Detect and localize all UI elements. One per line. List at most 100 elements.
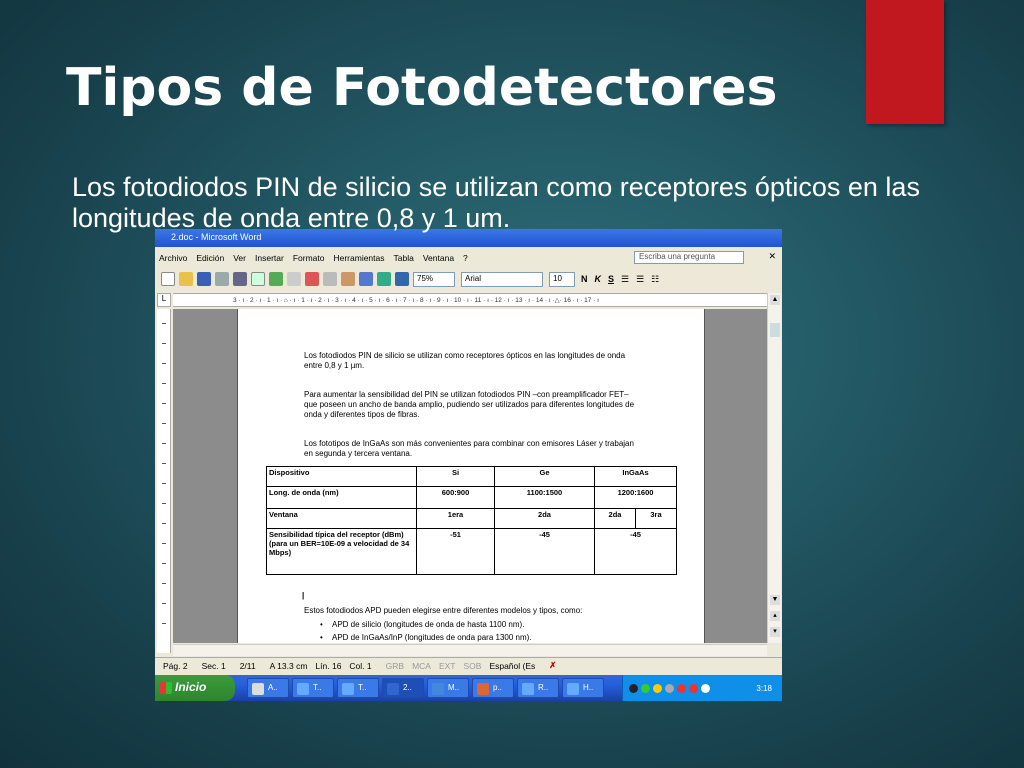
prev-page-icon[interactable]: ▴: [770, 611, 780, 621]
menu-tabla[interactable]: Tabla: [394, 253, 414, 263]
align-left-icon[interactable]: ☰: [621, 274, 629, 285]
status-mode-grb[interactable]: GRB: [386, 661, 404, 671]
undo-icon[interactable]: [359, 272, 373, 286]
menu-insertar[interactable]: Insertar: [255, 253, 284, 263]
table-row: Sensibilidad típica del receptor (dBm) (…: [266, 528, 677, 575]
list-item: APD de InGaAs/InP (longitudes de onda pa…: [320, 631, 532, 643]
scroll-up-icon[interactable]: ▲: [770, 295, 780, 305]
menu-herramientas[interactable]: Herramientas: [333, 253, 384, 263]
close-doc-icon[interactable]: ✕: [768, 251, 776, 262]
underline-button[interactable]: S: [608, 274, 614, 284]
start-label: Inicio: [175, 680, 207, 694]
permission-icon[interactable]: [215, 272, 229, 286]
doc-paragraph-1: Los fotodiodos PIN de silicio se utiliza…: [304, 351, 626, 370]
scroll-thumb[interactable]: [770, 323, 780, 337]
table-cell: -45: [594, 528, 677, 575]
table-cell: 2da: [594, 508, 636, 529]
font-select[interactable]: Arial: [461, 271, 543, 287]
status-language: Español (Es: [489, 660, 536, 671]
tab-stop-selector[interactable]: L: [157, 293, 171, 307]
hyperlink-icon[interactable]: [377, 272, 391, 286]
spelling-icon[interactable]: [269, 272, 283, 286]
horizontal-ruler[interactable]: 3 · ı · 2 · ı · 1 · ı · ⌂ · ı · 1 · ı · …: [173, 293, 767, 307]
table-row: Ventana 1era 2da 2da 3ra: [266, 508, 677, 529]
print-preview-icon[interactable]: [251, 272, 265, 286]
spelling-status-icon[interactable]: ✗: [549, 660, 556, 671]
tray-icon[interactable]: [701, 683, 710, 693]
horizontal-scrollbar[interactable]: [173, 644, 767, 656]
align-center-icon[interactable]: ☰: [636, 274, 644, 285]
table-icon[interactable]: [395, 272, 409, 286]
menu-ventana[interactable]: Ventana: [423, 253, 454, 263]
menu-help[interactable]: ?: [463, 253, 468, 263]
italic-button[interactable]: K: [595, 274, 602, 284]
tray-icon[interactable]: [629, 683, 638, 693]
windows-taskbar: Inicio A.. T.. T.. 2.. M.. p.. R.. H.. 3…: [155, 675, 782, 701]
comparison-table: Dispositivo Si Ge InGaAs Long. de onda (…: [266, 466, 677, 575]
table-cell: Ge: [494, 466, 595, 487]
table-cell: -45: [494, 528, 595, 575]
doc-paragraph-2: Para aumentar la sensibilidad del PIN se…: [304, 390, 635, 419]
save-icon[interactable]: [197, 272, 211, 286]
vertical-ruler[interactable]: [157, 309, 171, 653]
cut-icon[interactable]: [305, 272, 319, 286]
task-button-2[interactable]: T..: [292, 678, 334, 698]
doc-paragraph-3: Los fototipos de InGaAs son más convenie…: [304, 439, 634, 458]
start-button[interactable]: Inicio: [155, 675, 235, 701]
tray-icon[interactable]: [689, 683, 698, 693]
task-button-5[interactable]: M..: [427, 678, 469, 698]
table-cell: Dispositivo: [266, 466, 417, 487]
tray-icon[interactable]: [665, 683, 674, 693]
menu-archivo[interactable]: Archivo: [159, 253, 187, 263]
document-page[interactable]: Los fotodiodos PIN de silicio se utiliza…: [237, 309, 705, 643]
menu-ver[interactable]: Ver: [233, 253, 246, 263]
task-button-6[interactable]: p..: [472, 678, 514, 698]
taskbar-clock[interactable]: 3:18: [756, 684, 772, 693]
task-button-8[interactable]: H..: [562, 678, 604, 698]
tray-icon[interactable]: [653, 683, 662, 693]
table-row: Long. de onda (nm) 600:900 1100:1500 120…: [266, 486, 677, 509]
tray-icon[interactable]: [641, 683, 650, 693]
task-button-1[interactable]: A..: [247, 678, 289, 698]
status-page: Pág. 2: [163, 660, 188, 671]
font-size-select[interactable]: 10: [549, 271, 575, 287]
status-section: Sec. 1: [201, 660, 226, 671]
paste-icon[interactable]: [341, 272, 355, 286]
menu-formato[interactable]: Formato: [293, 253, 325, 263]
windows-flag-icon: [160, 682, 172, 694]
status-line: Lín. 16: [315, 660, 342, 671]
task-button-3[interactable]: T..: [337, 678, 379, 698]
copy-icon[interactable]: [323, 272, 337, 286]
slide-body-text: Los fotodiodos PIN de silicio se utiliza…: [72, 172, 920, 233]
slide-title: Tipos de Fotodetectores: [66, 58, 778, 118]
table-cell: 600:900: [416, 486, 495, 509]
doc-paragraph-4: Estos fotodiodos APD pueden elegirse ent…: [304, 606, 583, 615]
status-at: A 13.3 cm: [269, 660, 308, 671]
menu-edicion[interactable]: Edición: [196, 253, 224, 263]
status-mode-ext[interactable]: EXT: [439, 661, 456, 671]
vertical-scrollbar[interactable]: ▲ ▼ ▴ ▾: [767, 293, 781, 643]
list-icon[interactable]: ☷: [651, 274, 659, 285]
table-cell: 1200:1600: [594, 486, 677, 509]
toolbar: 75% Arial 10 N K S ☰ ☰ ☷: [155, 268, 782, 290]
open-folder-icon[interactable]: [179, 272, 193, 286]
task-button-7[interactable]: R..: [517, 678, 559, 698]
zoom-select[interactable]: 75%: [413, 271, 455, 287]
task-button-word[interactable]: 2..: [382, 678, 424, 698]
research-icon[interactable]: [287, 272, 301, 286]
next-page-icon[interactable]: ▾: [770, 627, 780, 637]
status-mode-mca[interactable]: MCA: [412, 661, 431, 671]
system-tray: 3:18: [622, 675, 782, 701]
ask-question-input[interactable]: Escriba una pregunta: [634, 251, 744, 264]
word-screenshot: 2.doc - Microsoft Word Archivo Edición V…: [155, 229, 782, 701]
status-bar: Pág. 2 Sec. 1 2/11 A 13.3 cm Lín. 16 Col…: [155, 657, 782, 673]
scroll-down-icon[interactable]: ▼: [770, 595, 780, 605]
print-icon[interactable]: [233, 272, 247, 286]
document-area[interactable]: Los fotodiodos PIN de silicio se utiliza…: [173, 309, 767, 643]
tray-icon[interactable]: [677, 683, 686, 693]
status-col: Col. 1: [349, 660, 372, 671]
new-doc-icon[interactable]: [161, 272, 175, 286]
table-cell: Ventana: [266, 508, 417, 529]
status-mode-sob[interactable]: SOB: [463, 661, 481, 671]
bold-button[interactable]: N: [581, 274, 588, 284]
